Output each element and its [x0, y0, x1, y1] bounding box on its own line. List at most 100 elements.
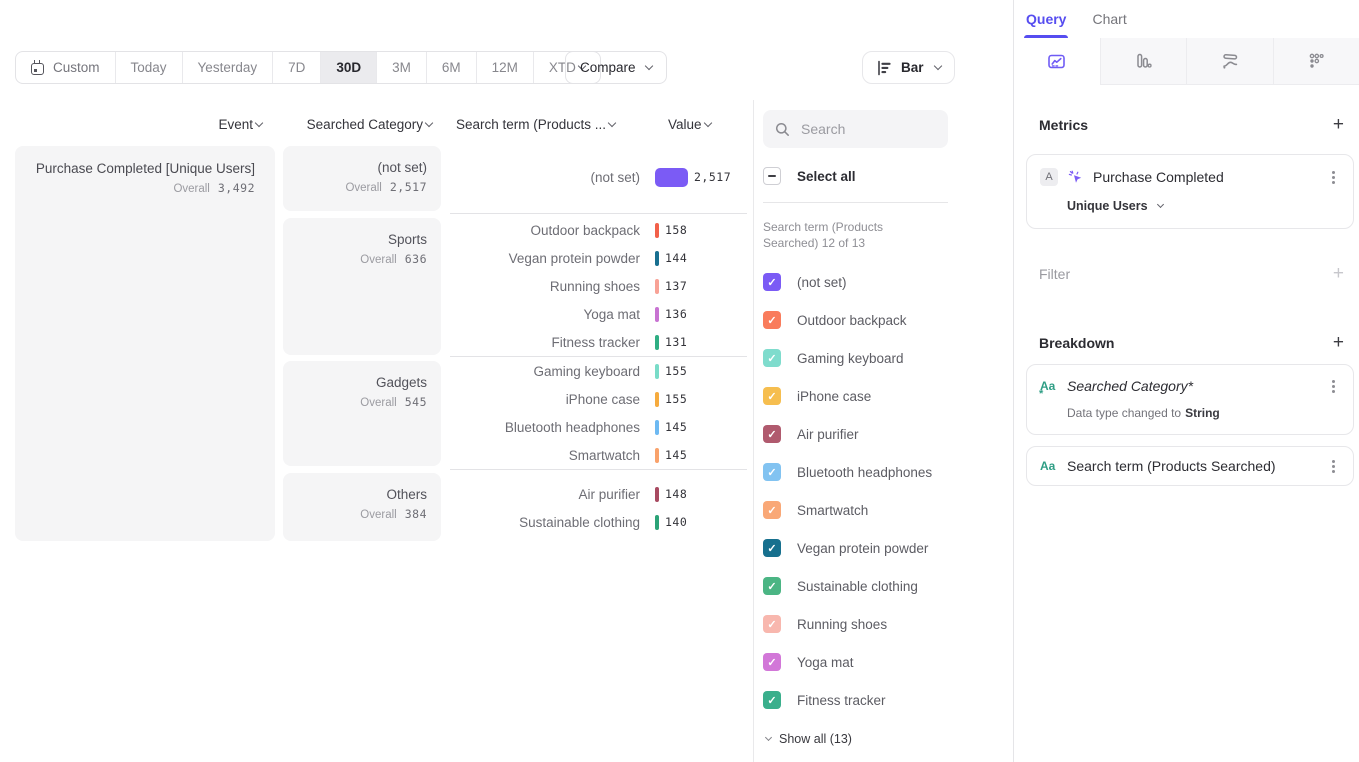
table-row[interactable]: Gaming keyboard155 [450, 357, 747, 385]
table-row[interactable]: Vegan protein powder144 [450, 244, 747, 272]
legend-checkbox[interactable]: ✓ [763, 615, 781, 633]
event-cell[interactable]: Purchase Completed [Unique Users] Overal… [15, 146, 275, 541]
date-range-label: Today [131, 60, 167, 75]
legend-search[interactable] [763, 110, 948, 148]
legend-checkbox[interactable]: ✓ [763, 691, 781, 709]
tab-chart[interactable]: Chart [1092, 0, 1126, 38]
chevron-down-icon [703, 119, 711, 127]
compare-label: Compare [580, 60, 636, 75]
legend-item[interactable]: ✓Sustainable clothing [763, 567, 1013, 605]
chart-type-button[interactable]: Bar [862, 51, 955, 84]
table-row[interactable]: Air purifier148 [450, 480, 747, 508]
breakdown-name: Searched Category* [1067, 378, 1325, 394]
select-all-row[interactable]: Select all [763, 167, 1013, 185]
legend-checkbox[interactable]: ✓ [763, 387, 781, 405]
value-label: 131 [665, 335, 687, 349]
add-filter-button[interactable]: + [1333, 264, 1344, 283]
legend-checkbox[interactable]: ✓ [763, 539, 781, 557]
legend-item[interactable]: ✓Yoga mat [763, 643, 1013, 681]
date-range-custom[interactable]: Custom [16, 52, 115, 83]
value-bar [655, 448, 659, 463]
legend-checkbox[interactable]: ✓ [763, 273, 781, 291]
category-cell[interactable]: (not set)Overall2,517 [283, 146, 441, 211]
legend-item[interactable]: ✓Fitness tracker [763, 681, 1013, 719]
legend-item[interactable]: ✓Running shoes [763, 605, 1013, 643]
indeterminate-checkbox[interactable] [763, 167, 781, 185]
search-input[interactable] [799, 120, 939, 138]
legend-item[interactable]: ✓Outdoor backpack [763, 301, 1013, 339]
legend-item[interactable]: ✓(not set) [763, 263, 1013, 301]
check-icon: ✓ [767, 542, 776, 555]
tab-query[interactable]: Query [1026, 0, 1066, 38]
table-row[interactable]: Sustainable clothing140 [450, 508, 747, 536]
date-range-12m[interactable]: 12M [476, 52, 533, 83]
table-row[interactable]: Yoga mat136 [450, 300, 747, 328]
table-row[interactable]: Fitness tracker131 [450, 328, 747, 356]
legend-checkbox[interactable]: ✓ [763, 501, 781, 519]
kebab-icon [1332, 385, 1335, 388]
tab-funnels[interactable] [1100, 38, 1187, 85]
column-header-searched-category[interactable]: Searched Category [280, 117, 432, 132]
legend-list: ✓(not set)✓Outdoor backpack✓Gaming keybo… [763, 263, 1013, 719]
legend-checkbox[interactable]: ✓ [763, 463, 781, 481]
chevron-down-icon [644, 62, 652, 70]
metric-menu-button[interactable] [1325, 176, 1341, 179]
tab-insights[interactable] [1014, 38, 1100, 85]
column-header-category-label: Searched Category [307, 117, 423, 132]
value-label: 155 [665, 392, 687, 406]
table-row[interactable]: (not set) 2,517 [450, 163, 747, 191]
breakdown-card[interactable]: AaSearched Category*Data type changed to… [1026, 364, 1354, 435]
value-label: 155 [665, 364, 687, 378]
filter-title: Filter [1039, 266, 1070, 282]
legend-item[interactable]: ✓Gaming keyboard [763, 339, 1013, 377]
metric-card[interactable]: A Purchase Completed Unique Users [1026, 154, 1354, 229]
tab-flows[interactable] [1186, 38, 1273, 85]
legend-item[interactable]: ✓iPhone case [763, 377, 1013, 415]
legend-checkbox[interactable]: ✓ [763, 577, 781, 595]
date-range-today[interactable]: Today [115, 52, 182, 83]
breakdown-menu-button[interactable] [1325, 385, 1341, 388]
retention-icon [1306, 51, 1326, 71]
date-range-control: CustomTodayYesterday7D30D3M6M12MXTD [15, 51, 601, 84]
compare-button[interactable]: Compare [565, 51, 667, 84]
column-header-event-label: Event [218, 117, 253, 132]
check-icon: ✓ [767, 580, 776, 593]
measure-selector[interactable]: Unique Users [1067, 199, 1341, 213]
category-cell[interactable]: SportsOverall636 [283, 218, 441, 355]
category-cell[interactable]: GadgetsOverall545 [283, 361, 441, 466]
table-row[interactable]: iPhone case155 [450, 385, 747, 413]
table-row[interactable]: Bluetooth headphones145 [450, 413, 747, 441]
add-metric-button[interactable]: + [1333, 115, 1344, 134]
legend-item[interactable]: ✓Bluetooth headphones [763, 453, 1013, 491]
date-range-7d[interactable]: 7D [272, 52, 320, 83]
breakdown-card[interactable]: AaSearch term (Products Searched) [1026, 446, 1354, 486]
category-cell[interactable]: OthersOverall384 [283, 473, 441, 541]
legend-checkbox[interactable]: ✓ [763, 349, 781, 367]
show-all-button[interactable]: Show all (13) [763, 724, 1013, 754]
table-row[interactable]: Smartwatch145 [450, 441, 747, 469]
column-header-event[interactable]: Event [120, 117, 262, 132]
legend-item[interactable]: ✓Vegan protein powder [763, 529, 1013, 567]
date-range-30d[interactable]: 30D [320, 52, 376, 83]
date-range-yesterday[interactable]: Yesterday [182, 52, 273, 83]
legend-checkbox[interactable]: ✓ [763, 653, 781, 671]
legend-item[interactable]: ✓Air purifier [763, 415, 1013, 453]
table-row[interactable]: Outdoor backpack158 [450, 216, 747, 244]
breakdown-cards: AaSearched Category*Data type changed to… [1026, 364, 1354, 486]
date-range-6m[interactable]: 6M [426, 52, 476, 83]
legend-checkbox[interactable]: ✓ [763, 425, 781, 443]
column-header-search-term[interactable]: Search term (Products ... [456, 117, 615, 132]
legend-item[interactable]: ✓Smartwatch [763, 491, 1013, 529]
metric-badge: A [1040, 168, 1058, 186]
table-row[interactable]: Running shoes137 [450, 272, 747, 300]
add-breakdown-button[interactable]: + [1333, 333, 1344, 352]
category-overall: Overall384 [283, 507, 427, 521]
date-range-3m[interactable]: 3M [376, 52, 426, 83]
tab-retention[interactable] [1273, 38, 1359, 85]
legend-checkbox[interactable]: ✓ [763, 311, 781, 329]
chevron-down-icon [933, 62, 941, 70]
column-header-value[interactable]: Value [668, 117, 711, 132]
search-term-label: (not set) [450, 170, 640, 185]
breakdown-menu-button[interactable] [1325, 465, 1341, 468]
value-label: 2,517 [694, 170, 731, 184]
